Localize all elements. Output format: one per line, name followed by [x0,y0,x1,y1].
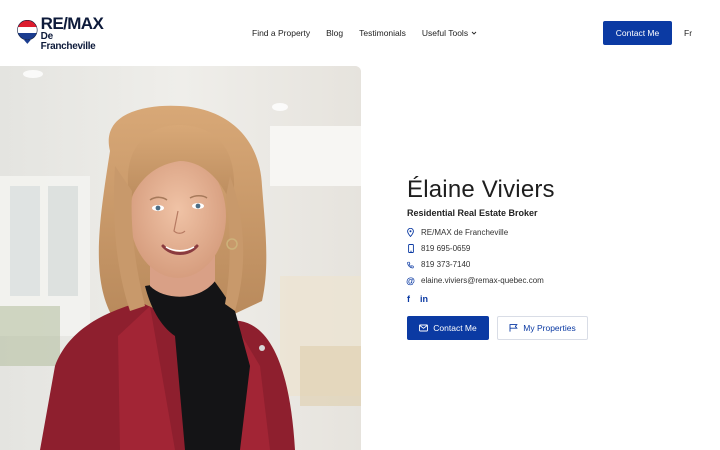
chevron-down-icon [471,31,477,35]
broker-photo [0,66,361,450]
envelope-icon [419,324,429,332]
flag-icon [509,324,519,332]
map-pin-icon [407,228,414,237]
at-sign-icon: @ [406,275,415,286]
logo-office-name: De Francheville [40,30,96,52]
facebook-icon[interactable]: f [407,294,410,304]
my-properties-label: My Properties [523,323,576,333]
broker-title: Residential Real Estate Broker [407,208,538,218]
nav-useful-tools[interactable]: Useful Tools [422,28,477,38]
email-address[interactable]: elaine.viviers@remax-quebec.com [421,276,544,285]
logo-wordmark: RE/MAX [40,13,104,33]
nav-blog[interactable]: Blog [326,28,343,38]
phone-row[interactable]: 819 373-7140 [407,260,470,269]
phone-number[interactable]: 819 373-7140 [421,260,470,269]
broker-name: Élaine Viviers [407,176,555,203]
contact-me-label: Contact Me [433,323,477,333]
agency-name: RE/MAX de Francheville [421,228,509,237]
linkedin-icon[interactable]: in [420,294,428,304]
site-header: RE/MAX De Francheville Find a Property B… [0,0,720,66]
mobile-row[interactable]: 819 695-0659 [407,244,470,253]
my-properties-button[interactable]: My Properties [497,316,588,340]
remax-balloon-icon [17,20,38,44]
language-toggle[interactable]: Fr [684,28,692,38]
main-nav: Find a Property Blog Testimonials Useful… [252,28,477,38]
contact-me-button[interactable]: Contact Me [407,316,489,340]
email-row[interactable]: @ elaine.viviers@remax-quebec.com [406,275,544,286]
nav-find-property[interactable]: Find a Property [252,28,310,38]
social-links: f in [407,294,438,304]
mobile-phone-icon [407,244,414,253]
nav-testimonials[interactable]: Testimonials [359,28,406,38]
phone-icon [407,260,414,269]
nav-useful-tools-label: Useful Tools [421,28,469,38]
header-contact-button[interactable]: Contact Me [603,21,672,45]
remax-logo[interactable]: RE/MAX De Francheville [17,13,109,51]
agency-row: RE/MAX de Francheville [407,228,508,237]
mobile-number[interactable]: 819 695-0659 [421,244,470,253]
